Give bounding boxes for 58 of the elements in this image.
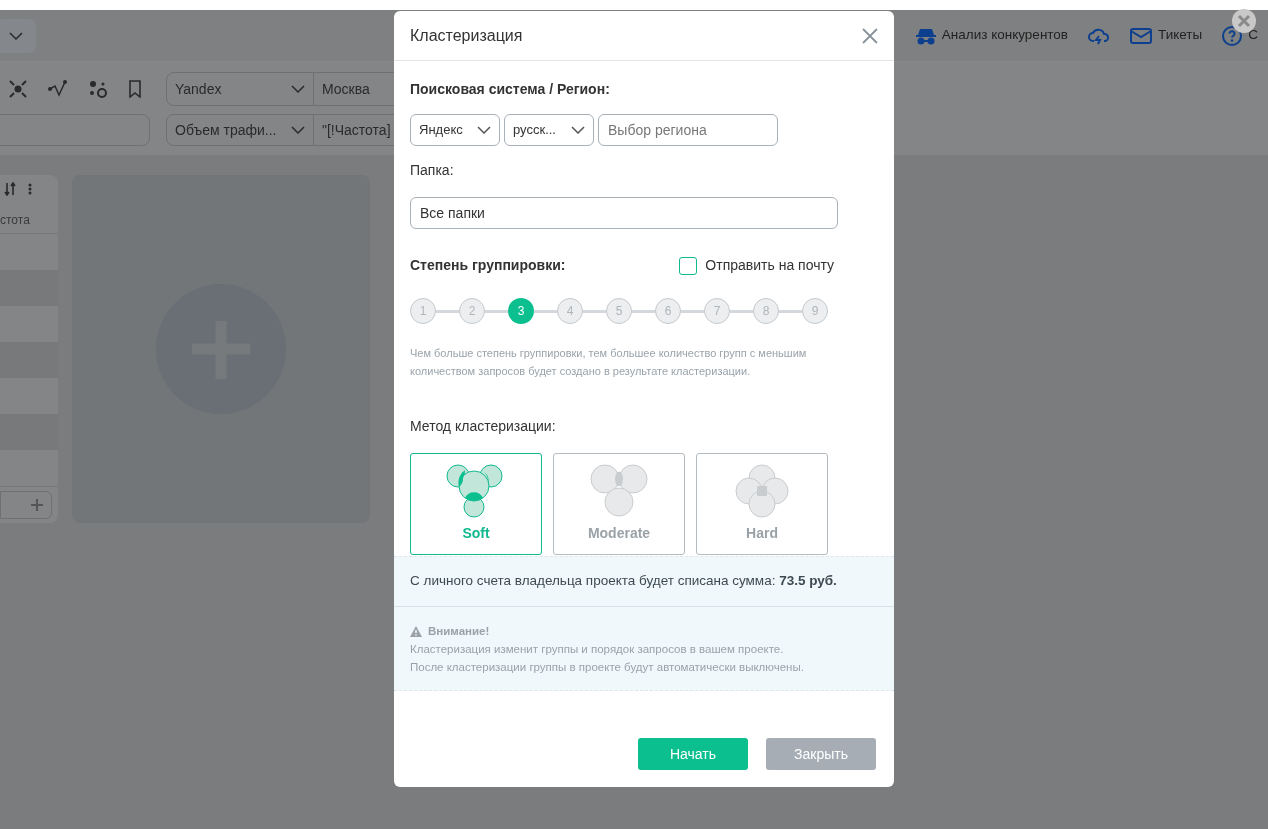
- help-icon: [1222, 25, 1243, 46]
- header-link[interactable]: Анализ конкурентов: [915, 25, 1069, 46]
- header-link[interactable]: С: [1222, 25, 1258, 46]
- step-button[interactable]: 9: [802, 298, 828, 324]
- add-button[interactable]: [0, 490, 52, 519]
- header-link[interactable]: Тикеты: [1130, 25, 1203, 46]
- search-engine-select[interactable]: Яндекс: [410, 114, 500, 146]
- close-button[interactable]: Закрыть: [766, 738, 876, 770]
- metric-select[interactable]: Объем трафи...: [166, 114, 314, 146]
- method-option[interactable]: Soft: [410, 453, 542, 555]
- more-icon[interactable]: [28, 182, 32, 195]
- bookmark-icon[interactable]: [128, 80, 142, 98]
- warning-text: Кластеризация изменит группы и порядок запросов в вашем проекте.: [410, 642, 785, 658]
- start-button[interactable]: Начать: [638, 738, 748, 770]
- spy-icon: [915, 26, 936, 45]
- dropdown-button[interactable]: [0, 18, 36, 53]
- step-button[interactable]: 5: [606, 298, 632, 324]
- search-engine-select[interactable]: Yandex: [166, 72, 314, 106]
- folder-select[interactable]: Все папки: [410, 197, 838, 229]
- venn-diagram-icon: [446, 464, 506, 518]
- chevron-down-icon: [291, 85, 305, 93]
- plus-icon: [31, 498, 43, 511]
- mail-icon: [1130, 27, 1153, 44]
- chevron-down-icon: [477, 126, 491, 134]
- step-button[interactable]: 2: [459, 298, 485, 324]
- venn-diagram-icon: [735, 464, 789, 518]
- field-label: Папка:: [410, 161, 455, 180]
- column-header: стота: [0, 211, 30, 229]
- checkbox-label: Отправить на почту: [705, 256, 834, 275]
- header-link[interactable]: [1088, 26, 1111, 45]
- language-select[interactable]: русск...: [504, 114, 594, 146]
- region-input[interactable]: Выбор региона: [598, 114, 778, 146]
- hint-text: Чем больше степень группировки, тем большее количество групп с меньшим количеством запросов будет создано в результате кластеризации.: [410, 346, 808, 379]
- field-label: Степень группировки:: [410, 256, 566, 275]
- step-button[interactable]: 3: [508, 298, 534, 324]
- warning-text: После кластеризации группы в проекте будут автоматически выключены.: [410, 660, 805, 676]
- warning-title: Внимание!: [428, 624, 490, 639]
- sort-icon[interactable]: [4, 181, 16, 196]
- nodes-icon[interactable]: [88, 80, 108, 98]
- cost-text: С личного счета владельца проекта будет списана сумма: 73.5 руб.: [410, 572, 837, 591]
- dialog-title: Кластеризация: [410, 25, 523, 46]
- field-label: Метод кластеризации:: [410, 417, 557, 436]
- warning-icon: [410, 626, 422, 638]
- checkbox[interactable]: [679, 256, 698, 275]
- venn-diagram-icon: [590, 464, 648, 518]
- step-button[interactable]: 1: [410, 298, 436, 324]
- step-button[interactable]: 6: [655, 298, 681, 324]
- chevron-down-icon: [571, 126, 585, 134]
- collapse-icon[interactable]: [8, 80, 28, 98]
- method-option[interactable]: Moderate: [553, 453, 685, 555]
- step-button[interactable]: 7: [704, 298, 730, 324]
- graph-icon[interactable]: [48, 80, 68, 98]
- chevron-down-icon: [9, 31, 23, 40]
- cloud-lightning-icon: [1088, 26, 1111, 45]
- step-button[interactable]: 4: [557, 298, 583, 324]
- method-option[interactable]: Hard: [696, 453, 828, 555]
- chevron-down-icon: [291, 126, 305, 134]
- step-button[interactable]: 8: [753, 298, 779, 324]
